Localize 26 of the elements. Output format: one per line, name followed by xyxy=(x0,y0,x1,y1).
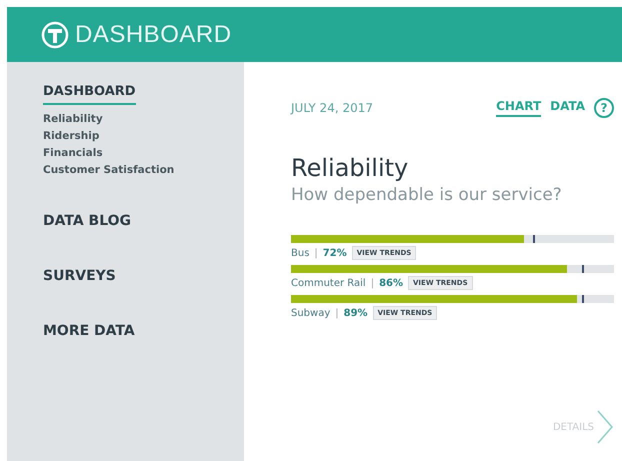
section-subtitle: How dependable is our service? xyxy=(291,185,563,205)
chevron-icon xyxy=(596,409,614,445)
help-button[interactable]: ? xyxy=(594,98,614,118)
sidebar-item[interactable]: Financials xyxy=(43,147,244,159)
separator: | xyxy=(314,248,318,258)
sidebar-section[interactable]: MORE DATA xyxy=(43,322,135,345)
section-title: Reliability xyxy=(291,154,410,182)
metric-name: Bus xyxy=(291,248,310,258)
logo-icon xyxy=(41,20,69,48)
metric-name: Commuter Rail xyxy=(291,278,366,288)
separator: | xyxy=(335,308,339,318)
metric-name: Subway xyxy=(291,308,330,318)
report-date: JULY 24, 2017 xyxy=(291,101,374,115)
sidebar-item[interactable]: Customer Satisfaction xyxy=(43,164,244,176)
sidebar-item[interactable]: Reliability xyxy=(43,113,244,125)
sidebar-section[interactable]: DASHBOARD xyxy=(43,83,136,105)
sidebar-item[interactable]: Ridership xyxy=(43,130,244,142)
metric-value: 89% xyxy=(344,308,368,318)
separator: | xyxy=(370,278,374,288)
view-tab[interactable]: DATA xyxy=(550,99,585,117)
sidebar-section[interactable]: SURVEYS xyxy=(43,267,116,290)
sidebar-section[interactable]: DATA BLOG xyxy=(43,212,132,235)
metric-value: 72% xyxy=(322,248,347,258)
metric-value: 86% xyxy=(379,278,404,288)
view-tab[interactable]: CHART xyxy=(496,99,542,117)
app-title: DASHBOARD xyxy=(75,20,232,48)
